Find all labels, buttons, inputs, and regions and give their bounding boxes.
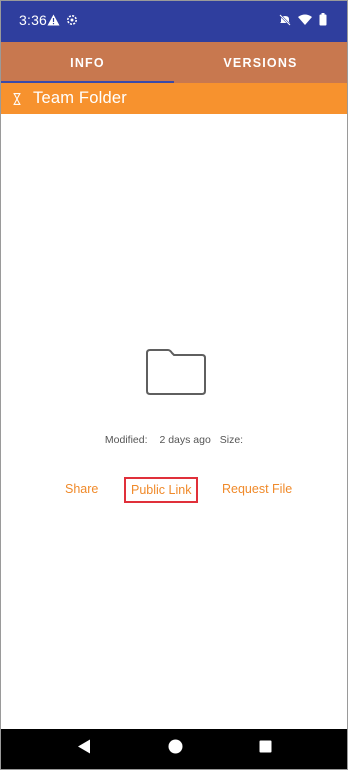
hourglass-icon [12, 92, 22, 106]
modified-label: Modified: [104, 434, 148, 446]
alert-triangle-icon [47, 13, 60, 31]
mute-icon [279, 13, 291, 31]
status-time: 3:36 [19, 12, 48, 28]
navigation-bar [1, 729, 347, 769]
app-frame: 3:36 INFO VERSIONS Team Folder Modified:… [0, 0, 348, 770]
tab-versions[interactable]: VERSIONS [174, 42, 347, 83]
folder-title: Team Folder [33, 89, 127, 107]
folder-metadata: Modified: 2 days ago Size: [1, 434, 347, 446]
tab-bar: INFO VERSIONS [1, 42, 347, 83]
recents-button[interactable] [245, 729, 285, 769]
tab-info-label: INFO [70, 55, 105, 70]
status-bar: 3:36 [1, 1, 347, 42]
request-file-button[interactable]: Request File [222, 479, 292, 499]
back-button[interactable] [64, 729, 104, 769]
tab-versions-label: VERSIONS [223, 55, 298, 70]
folder-icon [144, 348, 206, 396]
tab-info[interactable]: INFO [1, 42, 174, 83]
battery-icon [319, 13, 327, 31]
recents-icon [259, 740, 272, 758]
wifi-icon [298, 13, 312, 31]
home-button[interactable] [155, 729, 195, 769]
status-right-icons [279, 13, 327, 31]
public-link-button[interactable]: Public Link [124, 477, 199, 503]
size-label: Size: [219, 434, 244, 446]
status-left-icons [47, 13, 78, 31]
settings-gear-icon [66, 13, 78, 31]
modified-value: 2 days ago [159, 434, 211, 446]
share-button[interactable]: Share [65, 479, 98, 499]
home-icon [168, 739, 183, 759]
folder-header: Team Folder [1, 83, 347, 114]
back-icon [77, 739, 91, 759]
action-row: Share Public Link Request File [1, 477, 347, 503]
